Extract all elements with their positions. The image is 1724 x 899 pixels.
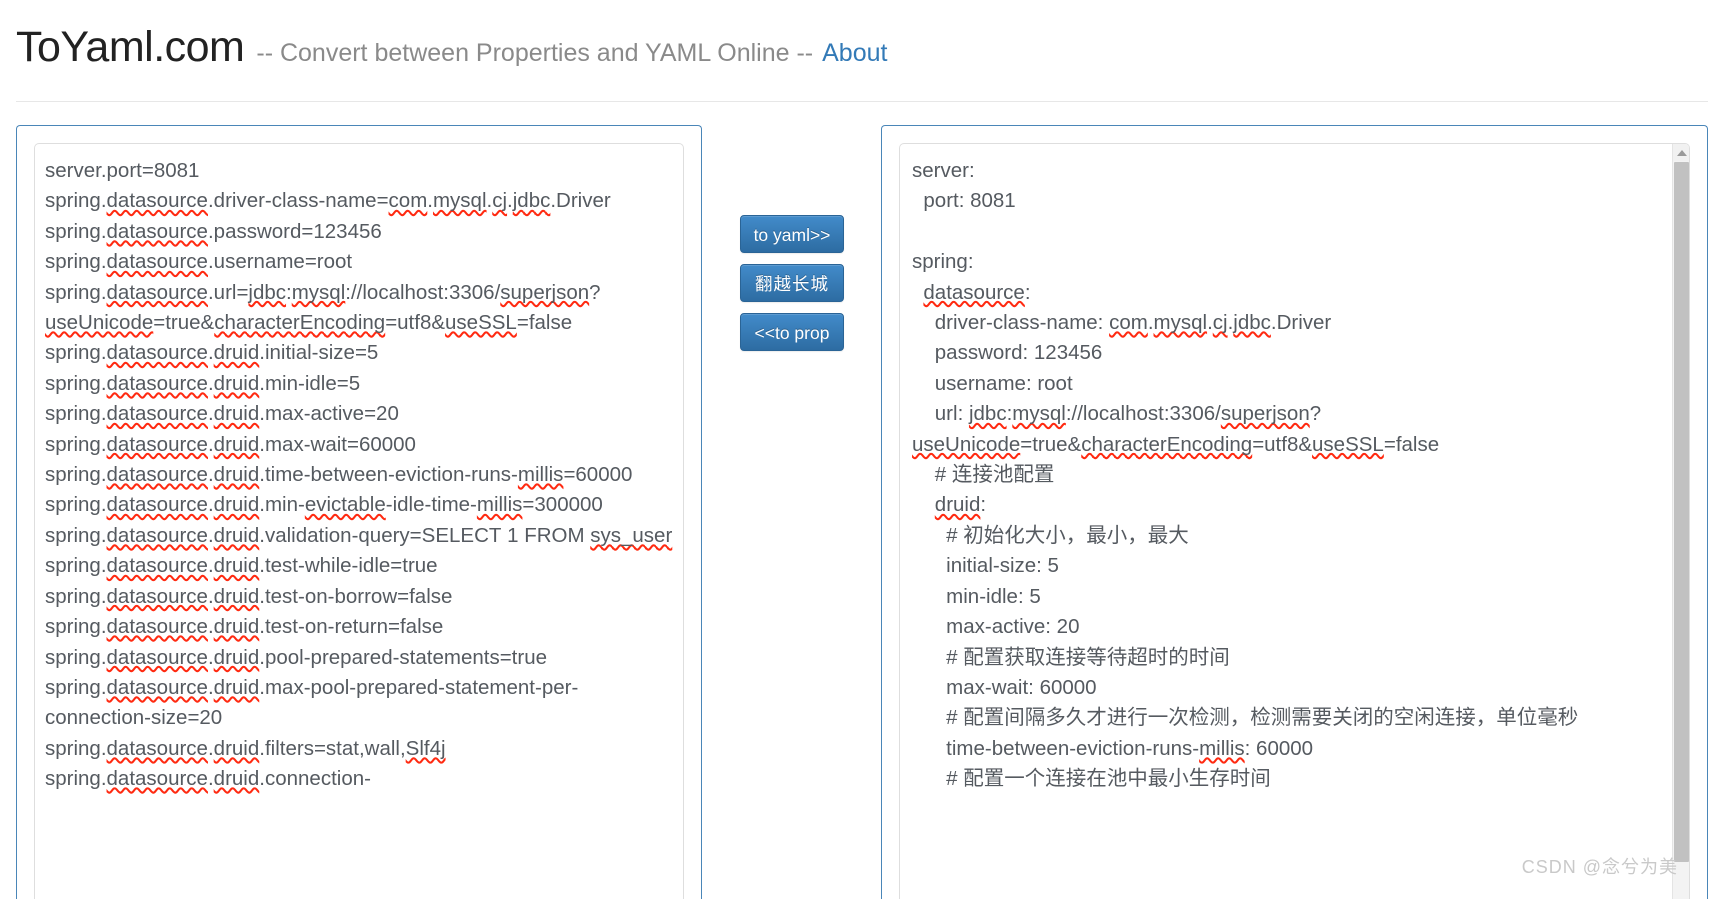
code-line: url: jdbc:mysql://localhost:3306/superjs…	[912, 402, 1440, 456]
code-line: spring.datasource.druid.max-active=20	[45, 402, 399, 426]
properties-editor-box[interactable]: server.port=8081 spring.datasource.driver…	[34, 143, 684, 899]
scrollbar-thumb[interactable]	[1674, 162, 1689, 862]
code-line: # 配置间隔多久才进行一次检测，检测需要关闭的空闲连接，单位毫秒	[912, 706, 1579, 730]
code-line: spring.datasource.druid.pool-prepared-st…	[45, 645, 547, 669]
yaml-output[interactable]: server: port: 8081 spring: datasource: d…	[900, 144, 1689, 899]
code-line: druid:	[934, 493, 987, 517]
code-line: spring.datasource.url=jdbc:mysql://local…	[45, 280, 601, 335]
code-line: spring.datasource.druid.max-pool-prepare…	[45, 675, 579, 730]
code-line: spring.datasource.druid.connection-	[45, 767, 371, 791]
code-line: spring.datasource.druid.validation-query…	[45, 523, 673, 547]
properties-panel: server.port=8081 spring.datasource.driver…	[16, 125, 702, 899]
page-root: ToYaml.com -- Convert between Properties…	[0, 0, 1724, 899]
yaml-panel: server: port: 8081 spring: datasource: d…	[881, 125, 1708, 899]
code-line: username: root	[912, 371, 1073, 395]
code-line: password: 123456	[912, 341, 1103, 365]
cross-wall-button[interactable]: 翻越长城	[740, 264, 844, 302]
properties-input[interactable]: server.port=8081 spring.datasource.driver…	[35, 144, 683, 899]
code-line: spring.datasource.druid.test-while-idle=…	[45, 554, 438, 578]
code-line: spring.datasource.username=root	[45, 250, 353, 274]
code-line: max-wait: 60000	[912, 675, 1097, 699]
code-line: spring.datasource.druid.test-on-return=f…	[45, 615, 444, 639]
yaml-scrollbar[interactable]	[1672, 144, 1689, 899]
code-line: # 连接池配置	[912, 463, 1055, 487]
code-line: time-between-eviction-runs-millis: 60000	[912, 736, 1314, 760]
to-yaml-button[interactable]: to yaml>>	[740, 215, 844, 253]
code-line: server:	[912, 159, 975, 182]
page-title: ToYaml.com	[16, 23, 245, 71]
code-line: port: 8081	[912, 189, 1016, 213]
code-line: spring.datasource.druid.test-on-borrow=f…	[45, 584, 453, 608]
code-line: spring.datasource.druid.initial-size=5	[45, 341, 379, 365]
code-line: spring.datasource.password=123456	[45, 219, 382, 243]
triangle-up-icon[interactable]	[1673, 144, 1689, 161]
code-line: driver-class-name: com.mysql.cj.jdbc.Dri…	[912, 311, 1332, 335]
about-link[interactable]: About	[822, 41, 887, 66]
site-header: ToYaml.com -- Convert between Properties…	[0, 0, 1724, 69]
code-line: datasource:	[923, 280, 1031, 304]
convert-button-group: to yaml>> 翻越长城 <<to prop	[740, 215, 844, 351]
code-line: spring.datasource.driver-class-name=com.…	[45, 189, 611, 213]
code-line: spring.datasource.druid.max-wait=60000	[45, 432, 416, 456]
code-line: min-idle: 5	[912, 584, 1041, 608]
code-line: initial-size: 5	[912, 554, 1059, 578]
code-line: spring:	[912, 250, 974, 274]
code-line: # 配置一个连接在池中最小生存时间	[912, 767, 1271, 791]
site-tagline: -- Convert between Properties and YAML O…	[256, 39, 814, 67]
header-divider	[16, 101, 1708, 102]
code-line: # 配置获取连接等待超时的时间	[912, 645, 1230, 669]
code-line: spring.datasource.druid.time-between-evi…	[45, 463, 633, 487]
yaml-editor-box[interactable]: server: port: 8081 spring: datasource: d…	[899, 143, 1690, 899]
code-line: server.port=8081	[45, 159, 200, 182]
to-prop-button[interactable]: <<to prop	[740, 313, 844, 351]
code-line: max-active: 20	[912, 615, 1080, 639]
code-line: spring.datasource.druid.min-idle=5	[45, 371, 361, 395]
code-line: spring.datasource.druid.min-evictable-id…	[45, 493, 603, 517]
code-line: spring.datasource.druid.filters=stat,wal…	[45, 736, 446, 760]
main-content: server.port=8081 spring.datasource.driver…	[0, 125, 1724, 899]
code-line: # 初始化大小，最小，最大	[912, 523, 1189, 547]
